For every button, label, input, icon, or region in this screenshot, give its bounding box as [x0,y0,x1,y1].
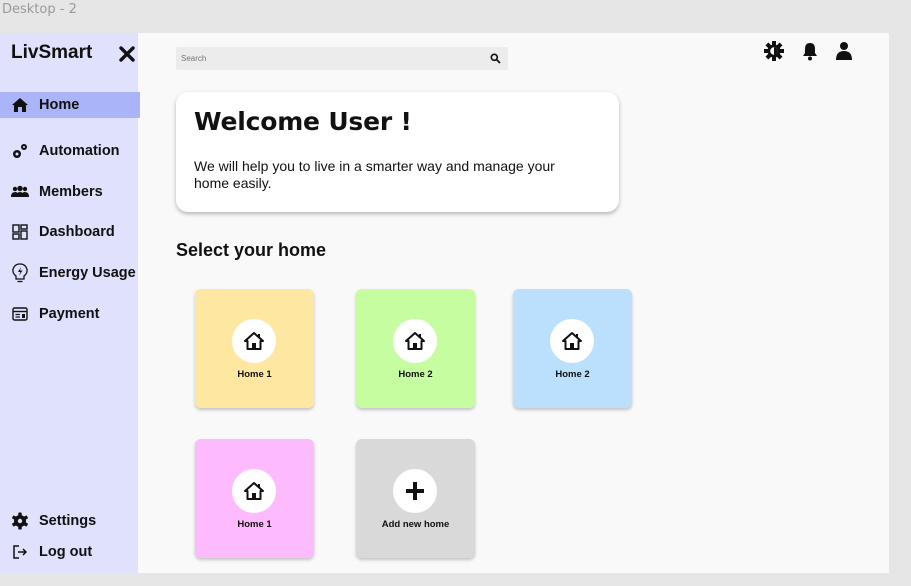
brightness-icon[interactable] [764,41,784,61]
search-bar[interactable] [176,47,508,70]
logout-icon [10,542,30,562]
home-card-label: Home 2 [398,369,433,380]
home-card-label: Home 1 [237,369,272,380]
receipt-icon [10,304,30,324]
home-card-label: Home 1 [237,519,272,530]
search-input[interactable] [176,54,476,63]
home-icon [10,95,30,115]
sidebar-item-label: Energy Usage [39,265,136,281]
sidebar-item-label: Payment [39,306,100,322]
sidebar-item-label: Log out [39,544,93,560]
sidebar-item-logout[interactable]: Log out [0,539,140,565]
sidebar-item-dashboard[interactable]: Dashboard [0,219,140,245]
welcome-message: We will help you to live in a smarter wa… [194,158,555,191]
gear-icon [10,511,30,531]
home-card[interactable]: Home 2 [356,289,475,408]
energy-bulb-icon [10,263,30,283]
house-icon [244,332,264,350]
section-title: Select your home [176,240,327,260]
add-new-home-label: Add new home [381,519,450,530]
app-window: LivSmart Home Automation Members Dashboa… [0,33,889,573]
home-card[interactable]: Home 1 [195,289,314,408]
bell-icon[interactable] [800,41,820,61]
welcome-title: Welcome User ! [194,107,412,136]
sidebar-item-label: Home [39,97,80,113]
sidebar: LivSmart Home Automation Members Dashboa… [0,33,140,573]
search-icon[interactable] [490,53,501,64]
users-icon [10,182,30,202]
plus-icon [406,482,424,500]
sidebar-item-label: Automation [39,143,120,159]
brand-logo: LivSmart [11,42,93,63]
sidebar-item-payment[interactable]: Payment [0,301,140,327]
home-card[interactable]: Home 1 [195,439,314,558]
welcome-card: Welcome User ! We will help you to live … [176,92,619,212]
house-icon [405,332,425,350]
house-icon [244,482,264,500]
house-icon [562,332,582,350]
dashboard-icon [10,222,30,242]
sidebar-item-settings[interactable]: Settings [0,508,140,534]
close-sidebar-button[interactable] [118,42,138,64]
user-icon[interactable] [834,41,854,61]
sidebar-item-label: Members [39,184,103,200]
sidebar-item-members[interactable]: Members [0,179,140,205]
sidebar-item-label: Dashboard [39,224,115,240]
sidebar-item-energy-usage[interactable]: Energy Usage [0,260,140,286]
gears-icon [10,141,30,161]
frame-label: Desktop - 2 [2,2,77,17]
sidebar-item-label: Settings [39,513,97,529]
home-card[interactable]: Home 2 [513,289,632,408]
sidebar-item-home[interactable]: Home [0,92,140,118]
close-icon [119,46,135,62]
home-card-label: Home 2 [555,369,590,380]
sidebar-item-automation[interactable]: Automation [0,138,140,164]
add-new-home-button[interactable]: Add new home [356,439,475,558]
